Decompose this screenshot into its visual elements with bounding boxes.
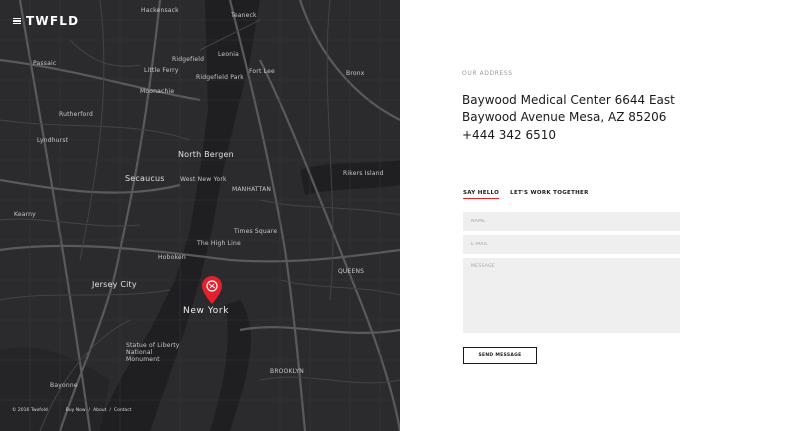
map-label-hackensack: Hackensack <box>141 7 179 14</box>
map-label-brooklyn: BROOKLYN <box>270 368 304 375</box>
map-label-lyndhurst: Lyndhurst <box>37 137 69 144</box>
map-label-leonia: Leonia <box>218 51 239 58</box>
map-label-new-york: New York <box>183 306 230 316</box>
map-label-times-square: Times Square <box>234 228 278 235</box>
footer-separator: / <box>109 408 111 413</box>
map-label-rutherford: Rutherford <box>59 111 93 118</box>
footer-link-about[interactable]: About <box>93 408 106 413</box>
hamburger-menu-icon[interactable] <box>13 17 21 25</box>
name-input[interactable] <box>463 212 680 231</box>
contact-tabs: SAY HELLO LET'S WORK TOGETHER <box>463 190 589 199</box>
map-pin-icon[interactable] <box>202 276 222 304</box>
footer: © 2016 Twofold Buy Now / About / Contact <box>12 408 131 413</box>
map-label-north-bergen: North Bergen <box>178 150 234 159</box>
message-textarea[interactable] <box>463 258 680 333</box>
footer-link-contact[interactable]: Contact <box>114 408 132 413</box>
map-label-fort-lee: Fort Lee <box>249 68 275 75</box>
map-label-rikers-island: Rikers Island <box>343 170 384 177</box>
map-label-ridgefield-park: Ridgefield Park <box>196 74 244 81</box>
map-label-the-high-line: The High Line <box>197 240 241 247</box>
map-label-teaneck: Teaneck <box>231 12 257 19</box>
phone-number[interactable]: +444 342 6510 <box>462 128 556 142</box>
map-label-west-new-york: West New York <box>180 176 227 183</box>
map-label-bayonne: Bayonne <box>50 382 78 389</box>
tab-say-hello[interactable]: SAY HELLO <box>463 190 500 199</box>
footer-links: Buy Now / About / Contact <box>66 408 132 413</box>
footer-link-buy-now[interactable]: Buy Now <box>66 408 86 413</box>
map-panel[interactable]: Hackensack Teaneck Leonia Fort Lee Ridge… <box>0 0 400 431</box>
contact-section: OUR ADDRESS Baywood Medical Center 6644 … <box>462 0 782 431</box>
copyright-text: © 2016 Twofold <box>12 408 48 413</box>
map-label-jersey-city: Jersey City <box>92 280 137 289</box>
send-message-button[interactable]: SEND MESSAGE <box>463 347 537 364</box>
top-bar: TWFLD <box>13 14 79 28</box>
footer-separator: / <box>88 408 91 413</box>
address-label: OUR ADDRESS <box>462 70 513 77</box>
map-label-hoboken: Hoboken <box>158 254 186 261</box>
logo[interactable]: TWFLD <box>26 14 79 28</box>
map-label-bronx: Bronx <box>346 70 365 77</box>
map-label-little-ferry: Little Ferry <box>144 67 179 74</box>
map-streets <box>0 0 400 431</box>
map-label-manhattan: MANHATTAN <box>232 186 272 193</box>
address-text: Baywood Medical Center 6644 East Baywood… <box>462 93 675 124</box>
map-label-passaic: Passaic <box>33 60 57 67</box>
tab-lets-work-together[interactable]: LET'S WORK TOGETHER <box>510 190 588 198</box>
map-label-moonachie: Moonachie <box>140 88 175 95</box>
map-label-statue-of-liberty: Statue of Liberty National Monument <box>126 342 180 363</box>
map-label-secaucus: Secaucus <box>125 174 165 183</box>
map-label-ridgefield: Ridgefield <box>172 56 205 63</box>
map-label-queens: QUEENS <box>338 268 365 275</box>
map-label-kearny: Kearny <box>14 211 36 218</box>
email-input[interactable] <box>463 235 680 254</box>
